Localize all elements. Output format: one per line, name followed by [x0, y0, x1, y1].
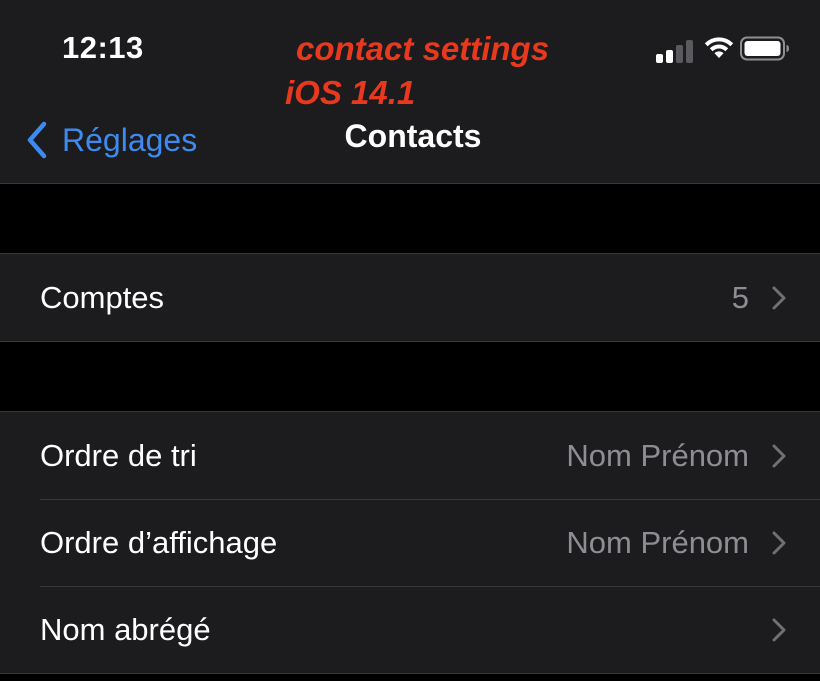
chevron-right-icon	[772, 618, 786, 642]
row-label: Ordre d’affichage	[40, 524, 278, 560]
annotation-line-1: contact settings	[296, 30, 550, 67]
row-label: Comptes	[40, 279, 165, 315]
row-value: Nom Prénom	[566, 437, 749, 473]
row-label: Nom abrégé	[40, 611, 211, 647]
cellular-signal-icon	[656, 39, 696, 63]
row-ordre-de-tri[interactable]: Ordre de tri Nom Prénom	[0, 412, 820, 499]
row-value: Nom Prénom	[566, 524, 749, 560]
row-comptes[interactable]: Comptes 5	[0, 254, 820, 341]
chevron-right-icon	[772, 444, 786, 468]
row-nom-abrege[interactable]: Nom abrégé	[0, 586, 820, 673]
battery-icon	[740, 36, 789, 61]
status-time: 12:13	[62, 30, 144, 65]
row-label: Ordre de tri	[40, 437, 197, 473]
page-title: Contacts	[344, 118, 482, 154]
annotation-line-2: iOS 14.1	[285, 74, 416, 111]
chevron-right-icon	[772, 286, 786, 310]
contacts-settings-screen: 12:13 contact settings iOS 14.1 Réglages…	[0, 0, 820, 681]
navigation-header: 12:13 contact settings iOS 14.1 Réglages…	[0, 0, 820, 184]
wifi-icon	[704, 37, 734, 58]
accounts-group: Comptes 5	[0, 253, 820, 342]
name-format-group: Ordre de tri Nom Prénom Ordre d’affichag…	[0, 411, 820, 674]
row-value: 5	[731, 279, 749, 315]
row-ordre-affichage[interactable]: Ordre d’affichage Nom Prénom	[0, 499, 820, 586]
chevron-right-icon	[772, 531, 786, 555]
